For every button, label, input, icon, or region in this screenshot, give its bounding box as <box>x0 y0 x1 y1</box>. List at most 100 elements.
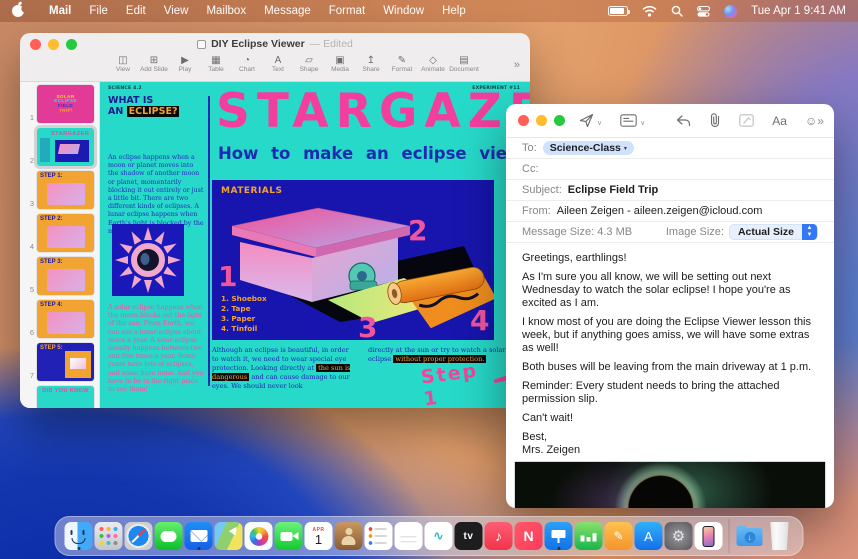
dock-finder[interactable] <box>65 522 93 550</box>
slide-thumbnail-5[interactable]: 5 STEP 3: <box>20 257 99 295</box>
header-fields-button[interactable] <box>620 114 637 127</box>
view-button[interactable]: ◫View <box>108 55 138 73</box>
add-slide-button[interactable]: ⊞Add Slide <box>139 55 169 73</box>
share-button[interactable]: ↥Share <box>356 55 386 73</box>
slide-thumbnail-8[interactable]: DID YOU KNOW <box>20 386 99 408</box>
siri-icon[interactable] <box>724 5 737 18</box>
dock-notes[interactable] <box>395 522 423 550</box>
minimize-button[interactable] <box>536 115 547 126</box>
dock-system-settings[interactable]: ⚙ <box>665 522 693 550</box>
text-button[interactable]: AText <box>263 55 293 73</box>
menu-window[interactable]: Window <box>374 5 433 17</box>
slide-thumbnail-6[interactable]: 6 STEP 4: <box>20 300 99 338</box>
dock-trash[interactable] <box>768 522 792 550</box>
slide-thumbnail-1[interactable]: 1 SOLAR ECLIPSE FIELD TRIP! <box>20 85 99 123</box>
subject-field[interactable]: Subject: Eclipse Field Trip <box>506 180 834 201</box>
dock-maps[interactable] <box>215 522 243 550</box>
mail-toolbar: ∨ ∨ Aa <box>506 104 834 138</box>
document-panel-icon: ▤ <box>459 55 468 66</box>
menu-format[interactable]: Format <box>320 5 374 17</box>
recipient-token[interactable]: Science-Class ▾ <box>543 141 634 155</box>
dock-safari[interactable] <box>125 522 153 550</box>
dock-freeform[interactable]: ∿ <box>425 522 453 550</box>
dock-news[interactable]: N <box>515 522 543 550</box>
dock-numbers[interactable] <box>575 522 603 550</box>
slide-canvas[interactable]: SCIENCE 4.2 EXPERIMENT #11 WHAT IS AN EC… <box>100 82 530 408</box>
animate-button[interactable]: ◇Animate <box>418 55 448 73</box>
menu-file[interactable]: File <box>80 5 117 17</box>
control-center-icon[interactable] <box>697 6 710 17</box>
window-title: DIY Eclipse Viewer <box>211 38 305 50</box>
menu-message[interactable]: Message <box>255 5 320 17</box>
dock-pages[interactable]: ✎ <box>605 522 633 550</box>
menu-mail[interactable]: Mail <box>40 5 80 17</box>
select-stepper-icon[interactable]: ▲▼ <box>802 224 817 240</box>
recipient-chevron-icon[interactable]: ▾ <box>624 145 627 152</box>
toolbar-overflow-icon[interactable]: » <box>514 55 520 75</box>
zoom-button[interactable] <box>554 115 565 126</box>
spotlight-search-icon[interactable] <box>671 5 683 17</box>
emoji-button[interactable]: ☺ <box>805 114 817 128</box>
slide-thumbnail-3[interactable]: 3 STEP 1: <box>20 171 99 209</box>
to-field[interactable]: To: Science-Class ▾ <box>506 138 834 159</box>
attach-file-button[interactable] <box>709 113 721 128</box>
slide-navigator: 1 SOLAR ECLIPSE FIELD TRIP! 2 STARGAZER <box>20 82 100 408</box>
message-body[interactable]: Greetings, earthlings! As I'm sure you a… <box>506 243 834 457</box>
dock-messages[interactable] <box>155 522 183 550</box>
table-icon: ▦ <box>211 55 220 66</box>
mail-toolbar-overflow-icon[interactable]: » <box>817 114 824 128</box>
slide-thumbnail-4[interactable]: 4 STEP 2: <box>20 214 99 252</box>
dock-reminders[interactable] <box>365 522 393 550</box>
science-label: SCIENCE 4.2 <box>108 86 142 91</box>
battery-icon[interactable] <box>608 6 628 16</box>
reply-indicator-icon[interactable] <box>676 115 691 127</box>
dock-app-store[interactable]: A <box>635 522 663 550</box>
dock-keynote[interactable] <box>545 522 573 550</box>
materials-title: MATERIALS <box>221 186 282 196</box>
format-button[interactable]: ✎Format <box>387 55 417 73</box>
dock-photos[interactable] <box>245 522 273 550</box>
media-button[interactable]: ▣Media <box>325 55 355 73</box>
menu-edit[interactable]: Edit <box>117 5 155 17</box>
dock-music[interactable]: ♪ <box>485 522 513 550</box>
dock-mail[interactable] <box>185 522 213 550</box>
menu-help[interactable]: Help <box>433 5 475 17</box>
send-button[interactable] <box>579 113 594 128</box>
chart-button[interactable]: ◔Chart <box>232 55 262 73</box>
image-size-select[interactable]: Actual Size ▲▼ <box>729 224 818 240</box>
close-button[interactable] <box>518 115 529 126</box>
menu-bar-clock[interactable]: Tue Apr 1 9:41 AM <box>751 5 846 17</box>
document-button[interactable]: ▤Document <box>449 55 479 73</box>
slide-thumbnail-7[interactable]: 7 STEP 5: <box>20 343 99 381</box>
edited-label: — Edited <box>310 38 353 50</box>
dock-contacts[interactable] <box>335 522 363 550</box>
play-button[interactable]: ▶Play <box>170 55 200 73</box>
send-options-chevron-icon[interactable]: ∨ <box>597 119 602 127</box>
fonts-button[interactable]: Aa <box>772 114 787 128</box>
dock-launchpad[interactable] <box>95 522 123 550</box>
shape-button[interactable]: ▱Shape <box>294 55 324 73</box>
message-size-value: 4.3 MB <box>597 226 632 238</box>
dock-facetime[interactable] <box>275 522 303 550</box>
wifi-icon[interactable] <box>642 6 657 17</box>
table-button[interactable]: ▦Table <box>201 55 231 73</box>
dock-downloads-folder[interactable]: ↓ <box>736 522 764 550</box>
from-field[interactable]: From: Aileen Zeigen - aileen.zeigen@iclo… <box>506 201 834 222</box>
dock-calendar[interactable]: APR 1 <box>305 522 333 550</box>
column-divider <box>208 96 210 386</box>
svg-text:1: 1 <box>218 260 237 293</box>
menu-view[interactable]: View <box>155 5 198 17</box>
slide-thumbnail-2-selected[interactable]: 2 STARGAZER <box>20 128 99 166</box>
dock-iphone-mirroring[interactable] <box>695 522 723 550</box>
sun-eclipse-illustration <box>112 224 184 296</box>
dock-apple-tv[interactable]: tv <box>455 522 483 550</box>
slide-title: STARGAZER <box>216 84 530 139</box>
apple-menu-icon[interactable] <box>12 5 24 17</box>
header-fields-chevron-icon[interactable]: ∨ <box>640 119 645 127</box>
markup-button[interactable] <box>739 114 754 127</box>
materials-panel: 1 2 3 4 MATERIALS 1. Shoebox 2. Tape 3. … <box>212 180 494 340</box>
menu-mailbox[interactable]: Mailbox <box>197 5 255 17</box>
shape-icon: ▱ <box>305 55 313 66</box>
cc-field[interactable]: Cc: <box>506 159 834 180</box>
eclipse-photo-attachment[interactable] <box>514 461 826 508</box>
